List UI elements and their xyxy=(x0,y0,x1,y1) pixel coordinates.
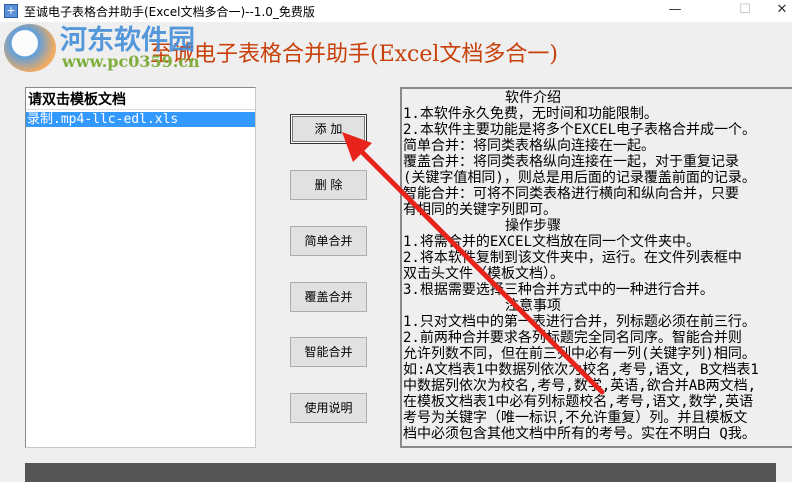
info-line: 2.将本软件复制到该文件夹中，运行。在文件列表框中 xyxy=(403,250,742,266)
template-file-list[interactable]: 请双击模板文档 录制.mp4-llc-edl.xls xyxy=(25,87,256,448)
section-heading: 操作步骤 xyxy=(505,218,561,234)
info-line: 2.本软件主要功能是将多个EXCEL电子表格合并成一个。 xyxy=(403,122,756,138)
add-button[interactable]: 添 加 xyxy=(290,114,367,144)
section-heading: 注意事项 xyxy=(505,298,561,314)
info-line: 覆盖合并：将同类表格纵向连接在一起，对于重复记录 xyxy=(403,154,739,170)
status-bar xyxy=(25,463,776,482)
info-line: 简单合并：将同类表格纵向连接在一起。 xyxy=(403,138,655,154)
info-line: 中数据列依次为校名,考号,数学,英语,欲合并AB两文档, xyxy=(403,378,756,394)
info-line: 1.只对文档中的第一表进行合并，列标题必须在前三行。 xyxy=(403,314,756,330)
info-line: 有相同的关键字列即可。 xyxy=(403,202,557,218)
info-line: 在模板文档表1中必有列标题校名,考号,语文,数学,英语 xyxy=(403,394,754,410)
maximize-button[interactable]: ☐ xyxy=(722,0,768,22)
info-line: 1.将需合并的EXCEL文档放在同一个文件夹中。 xyxy=(403,234,700,250)
info-line: 允许列数不同，但在前三列中必有一列(关键字列)相同。 xyxy=(403,346,756,362)
app-heading: 至诚电子表格合并助手(Excel文档多合一) xyxy=(150,42,559,67)
info-line: 双击头文件（模板文档）。 xyxy=(403,266,564,282)
info-line: 2.前两种合并要求各列标题完全同名同序。智能合并则 xyxy=(403,330,742,346)
help-button[interactable]: 使用说明 xyxy=(290,393,367,423)
info-line: 考号为关键字（唯一标识,不允许重复）列。并且模板文 xyxy=(403,410,748,426)
info-text[interactable]: 软件介绍 1.本软件永久免费，无时间和功能限制。 2.本软件主要功能是将多个EX… xyxy=(400,87,792,448)
app-icon: + xyxy=(4,4,18,18)
simple-merge-button[interactable]: 简单合并 xyxy=(290,226,367,256)
minimize-button[interactable]: — xyxy=(652,0,698,22)
cover-merge-button[interactable]: 覆盖合并 xyxy=(290,282,367,312)
info-line: 如:A文档表1中数据列依次为校名,考号,语文, B文档表1 xyxy=(403,362,759,378)
smart-merge-button[interactable]: 智能合并 xyxy=(290,337,367,367)
delete-button[interactable]: 删 除 xyxy=(290,170,367,200)
info-line: 档中必须包含其他文档中所有的考号。实在不明白 Q我。 xyxy=(403,426,756,442)
close-button[interactable]: ✕ xyxy=(772,0,792,22)
list-header: 请双击模板文档 xyxy=(26,88,255,110)
info-line: (关键字值相同)，则总是用后面的记录覆盖前面的记录。 xyxy=(403,170,756,186)
info-line: 1.本软件永久免费，无时间和功能限制。 xyxy=(403,106,658,122)
info-line: 3.根据需要选择三种合并方式中的一种进行合并。 xyxy=(403,282,714,298)
window-title: 至诚电子表格合并助手(Excel文档多合一)--1.0_免费版 xyxy=(24,4,315,19)
watermark-logo-icon xyxy=(4,24,56,72)
title-bar: + 至诚电子表格合并助手(Excel文档多合一)--1.0_免费版 — ☐ ✕ xyxy=(0,0,792,22)
list-item[interactable]: 录制.mp4-llc-edl.xls xyxy=(26,112,255,127)
section-heading: 软件介绍 xyxy=(505,90,561,106)
info-line: 智能合并：可将不同类表格进行横向和纵向合并，只要 xyxy=(403,186,739,202)
